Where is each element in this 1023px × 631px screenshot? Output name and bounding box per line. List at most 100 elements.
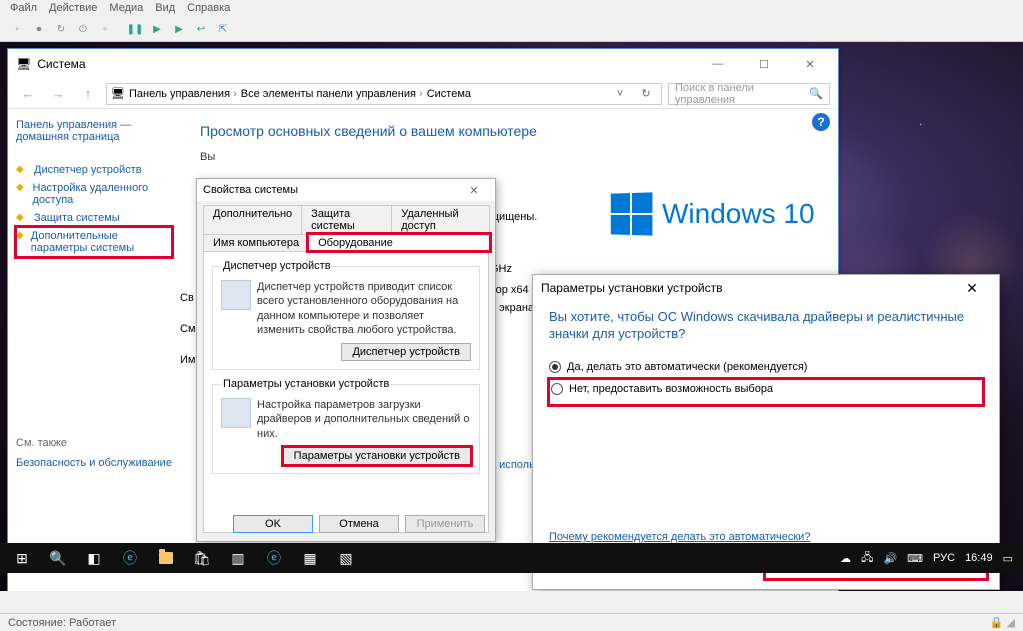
sidebar-label: Защита системы	[34, 212, 120, 224]
why-link[interactable]: Почему рекомендуется делать это автомати…	[549, 531, 810, 543]
shield-icon: ◆	[16, 212, 28, 224]
radio-option-no[interactable]: Нет, предоставить возможность выбора	[549, 379, 983, 405]
menu-view[interactable]: Вид	[155, 2, 175, 16]
tab-advanced[interactable]: Дополнительно	[203, 205, 302, 234]
cancel-button[interactable]: Отмена	[319, 515, 399, 533]
sidebar-home-link[interactable]: Панель управления — домашняя страница	[16, 119, 172, 143]
sidebar-link-advanced[interactable]: ◆Дополнительные параметры системы	[16, 227, 172, 257]
group-desc: Настройка параметров загрузки драйверов …	[257, 398, 471, 441]
tb-poweroff-icon[interactable]: ⏻	[74, 21, 92, 39]
menu-media[interactable]: Медиа	[109, 2, 143, 16]
tb-record-icon[interactable]: ⏺	[30, 21, 48, 39]
sidebar-label: Дополнительные параметры системы	[31, 230, 172, 254]
nav-forward-button[interactable]: →	[46, 82, 70, 106]
taskbar: ⊞ 🔍 ◧ ⓔ 🛍 ▥ ⓔ ▦ ▧ ☁ 🖧 🔊 ⌨ РУС 16:49 ▭	[0, 543, 1023, 573]
seealso-heading: См. также	[16, 437, 172, 449]
shield-icon: ◆	[16, 182, 27, 194]
devmgr-icon	[221, 280, 251, 310]
tab-hardware[interactable]: Оборудование	[308, 234, 490, 251]
tray-onedrive-icon[interactable]: ☁	[840, 552, 851, 565]
apply-button[interactable]: Применить	[405, 515, 485, 533]
help-button[interactable]: ?	[812, 113, 830, 131]
breadcrumb-seg[interactable]: Система	[427, 88, 471, 100]
seealso-link[interactable]: Безопасность и обслуживание	[16, 457, 172, 469]
info-label-fragment: Им	[180, 345, 196, 376]
addr-dropdown-icon[interactable]: ˅	[609, 88, 631, 100]
install-params-button[interactable]: Параметры установки устройств	[283, 447, 471, 465]
nav-up-button[interactable]: ↑	[76, 82, 100, 106]
sidebar-label: Диспетчер устройств	[34, 164, 142, 176]
app-icon[interactable]: ▥	[220, 544, 256, 572]
tab-remote[interactable]: Удаленный доступ	[391, 205, 490, 234]
tray-clock[interactable]: 16:49	[965, 552, 993, 564]
system-properties-dialog: Свойства системы ✕ Дополнительно Защита …	[196, 178, 496, 542]
app-icon[interactable]: ▧	[328, 544, 364, 572]
breadcrumb-seg[interactable]: Все элементы панели управления	[241, 88, 423, 100]
tb-reset-icon[interactable]: ↻	[52, 21, 70, 39]
radio-icon	[549, 361, 561, 373]
nav-back-button[interactable]: ←	[16, 82, 40, 106]
ie-icon[interactable]: ⓔ	[256, 544, 292, 572]
security-lock-icon[interactable]: 🔒	[990, 616, 1004, 629]
tb-revert-icon[interactable]: ↩	[192, 21, 210, 39]
radio-option-yes[interactable]: Да, делать это автоматически (рекомендуе…	[549, 361, 983, 373]
tb-checkpoint-icon[interactable]: ▶	[170, 21, 188, 39]
tray-language[interactable]: РУС	[933, 552, 955, 564]
window-title: Система	[37, 57, 85, 71]
close-button[interactable]: ✕	[953, 276, 991, 300]
close-button[interactable]: ✕	[459, 184, 489, 197]
dialog-question: Вы хотите, чтобы ОС Windows скачивала др…	[549, 309, 983, 343]
group-devmgr: Диспетчер устройств Диспетчер устройств …	[212, 260, 480, 370]
sidebar-link-protection[interactable]: ◆ Защита системы	[16, 209, 172, 227]
host-toolbar: ◦ ⏺ ↻ ⏻ ▫ ❚❚ ▶ ▶ ↩ ⇱	[0, 18, 1023, 42]
tb-pause-icon[interactable]: ❚❚	[126, 21, 144, 39]
maximize-button[interactable]: ☐	[744, 50, 784, 78]
sidebar-link-devmgr[interactable]: ◆Диспетчер устройств	[16, 161, 172, 179]
app-icon[interactable]: ▦	[292, 544, 328, 572]
group-legend: Диспетчер устройств	[221, 260, 333, 272]
link-fragment[interactable]: а исполь	[490, 459, 535, 471]
explorer-icon[interactable]	[148, 544, 184, 572]
radio-label: Да, делать это автоматически (рекомендуе…	[567, 361, 807, 373]
dialog-title: Параметры установки устройств	[541, 281, 722, 295]
menu-action[interactable]: Действие	[49, 2, 97, 16]
tb-share-icon[interactable]: ⇱	[214, 21, 232, 39]
tb-start-icon[interactable]: ▶	[148, 21, 166, 39]
tab-protection[interactable]: Защита системы	[301, 205, 392, 234]
group-install-params: Параметры установки устройств Настройка …	[212, 378, 480, 474]
tray-volume-icon[interactable]: 🔊	[883, 552, 897, 565]
search-input[interactable]: Поиск в панели управления 🔍	[668, 83, 830, 105]
menu-file[interactable]: Файл	[10, 2, 37, 16]
start-button[interactable]: ⊞	[4, 544, 40, 572]
sidebar-link-remote[interactable]: ◆Настройка удаленного доступа	[16, 179, 172, 209]
ok-button[interactable]: OK	[233, 515, 313, 533]
breadcrumb-seg[interactable]: Панель управления	[129, 88, 237, 100]
tb-save-icon[interactable]: ▫	[96, 21, 114, 39]
monitor-icon: 🖥	[16, 57, 31, 71]
sidebar: Панель управления — домашняя страница ◆Д…	[8, 109, 180, 591]
close-button[interactable]: ✕	[790, 50, 830, 78]
vm-desktop: 🖥 Система — ☐ ✕ ← → ↑ 🖥 Панель управлени…	[0, 42, 1023, 591]
resize-grip-icon[interactable]: ◢	[1007, 616, 1015, 629]
tb-screenshot-icon[interactable]: ◦	[8, 21, 26, 39]
minimize-button[interactable]: —	[698, 50, 738, 78]
store-icon[interactable]: 🛍	[184, 544, 220, 572]
windows-logo-icon	[611, 192, 653, 235]
windows-logo: Windows 10	[610, 189, 820, 239]
group-desc: Диспетчер устройств приводит список всег…	[257, 280, 471, 337]
devmgr-button[interactable]: Диспетчер устройств	[341, 343, 471, 361]
system-tray: ☁ 🖧 🔊 ⌨ РУС 16:49 ▭	[840, 549, 1019, 568]
tab-computer-name[interactable]: Имя компьютера	[203, 234, 309, 251]
search-button[interactable]: 🔍	[40, 544, 76, 572]
tray-notifications-icon[interactable]: ▭	[1003, 552, 1013, 565]
menu-help[interactable]: Справка	[187, 2, 230, 16]
address-bar[interactable]: 🖥 Панель управления Все элементы панели …	[106, 83, 662, 105]
addr-refresh-icon[interactable]: ↻	[635, 87, 657, 100]
tray-network-icon[interactable]: 🖧	[861, 549, 873, 568]
info-fragment: о экрана	[490, 300, 537, 318]
status-value: Работает	[69, 617, 116, 629]
edge-icon[interactable]: ⓔ	[112, 544, 148, 572]
taskview-button[interactable]: ◧	[76, 544, 112, 572]
tray-keyboard-icon[interactable]: ⌨	[907, 552, 923, 565]
radio-icon	[551, 383, 563, 395]
